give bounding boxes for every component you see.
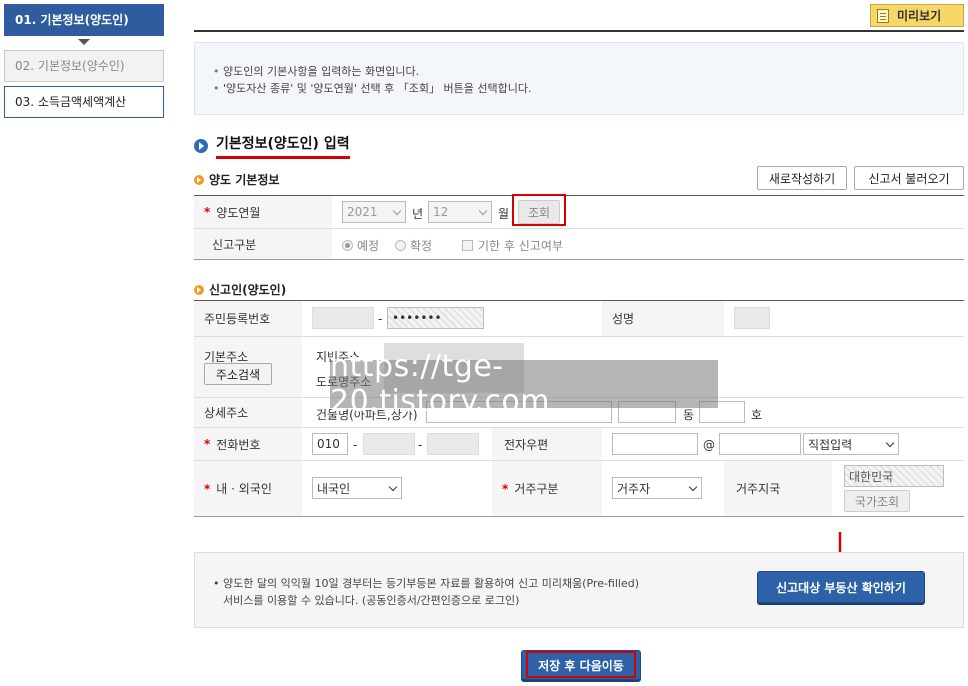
country-input: 대한민국	[844, 465, 944, 487]
rrn-row: 주민등록번호 - ••••••• 성명	[194, 301, 964, 337]
checkbox-icon	[462, 240, 473, 251]
preview-label: 미리보기	[897, 9, 942, 23]
phone-label: * 전화번호	[194, 428, 302, 460]
query-highlight	[512, 194, 566, 226]
chevron-down-icon	[688, 482, 698, 492]
period-label-text: 양도연월	[216, 205, 261, 220]
email-domain-value: 직접입력	[808, 437, 853, 452]
phone-last-input[interactable]	[427, 433, 479, 455]
email-at: @	[703, 438, 715, 452]
radio-scheduled-label: 예정	[357, 239, 380, 253]
reporter-subtitle: 신고인(양도인)	[194, 281, 286, 298]
save-highlight	[526, 651, 636, 678]
detail-address-label: 상세주소	[194, 398, 302, 427]
step-nav: 01. 기본정보(양도인) 02. 기본정보(양수인) 03. 소득금액세액계산	[4, 4, 164, 122]
chevron-down-icon	[392, 206, 402, 216]
year-value: 2021	[347, 205, 378, 219]
country-value: 대한민국	[849, 469, 894, 484]
arrow-circle-icon	[194, 139, 208, 153]
rrn-back-value: •••••••	[392, 311, 442, 325]
info-line: '양도자산 종류' 및 '양도연월' 선택 후 「조회」 버튼을 선택합니다.	[213, 80, 963, 97]
nationality-row: * 내 · 외국인 내국인 * 거주구분 거주자 거주지국 대한민국 국가조회	[194, 461, 964, 517]
country-label: 거주지국	[724, 461, 832, 516]
radio-scheduled[interactable]: 예정	[342, 237, 379, 254]
radio-final-label: 확정	[410, 239, 433, 253]
address-search-button[interactable]: 주소검색	[204, 363, 272, 385]
radio-final[interactable]: 확정	[395, 237, 432, 254]
preview-button[interactable]: 미리보기	[870, 4, 964, 27]
nationality-select[interactable]: 내국인	[312, 477, 402, 499]
notice-line-text: 양도한 달의 익익월 10일 경부터는 등기부등본 자료를 활용하여 신고 미리…	[223, 577, 640, 590]
name-label: 성명	[602, 301, 724, 336]
phone-prefix-value: 010	[317, 437, 340, 451]
bullet-icon	[194, 284, 204, 295]
ho-label: 호	[751, 408, 763, 422]
required-mark: *	[204, 481, 211, 496]
transfer-subtitle-text: 양도 기본정보	[209, 173, 280, 187]
report-type-label: 신고구분	[194, 229, 332, 259]
nationality-value: 내국인	[317, 481, 351, 496]
period-row: * 양도연월 2021 년 12 월 조회	[194, 196, 964, 229]
info-line: 양도인의 기본사항을 입력하는 화면입니다.	[213, 63, 963, 80]
step-1[interactable]: 01. 기본정보(양도인)	[4, 4, 164, 36]
name-value	[734, 307, 770, 329]
phone-mid-input[interactable]	[363, 433, 415, 455]
phone-dash: -	[353, 438, 358, 452]
period-label: * 양도연월	[194, 196, 332, 228]
phone-prefix-input[interactable]: 010	[312, 433, 348, 455]
bullet-icon	[194, 174, 204, 185]
radio-icon	[395, 240, 406, 251]
new-form-button[interactable]: 새로작성하기	[757, 166, 847, 190]
month-unit: 월	[498, 207, 510, 221]
rrn-front-input[interactable]	[312, 307, 374, 329]
required-mark: *	[502, 481, 509, 496]
required-mark: *	[204, 205, 211, 219]
email-domain-input[interactable]	[719, 433, 801, 455]
rrn-label: 주민등록번호	[194, 301, 302, 336]
nationality-label: * 내 · 외국인	[194, 461, 302, 516]
phone-row: * 전화번호 010 - - 전자우편 @ 직접입력	[194, 428, 964, 461]
residence-value: 거주자	[617, 481, 651, 496]
document-icon	[877, 8, 889, 23]
chevron-down-icon	[885, 438, 895, 448]
report-type-row: 신고구분 예정 확정 기한 후 신고여부	[194, 229, 964, 260]
load-return-button[interactable]: 신고서 불러오기	[854, 166, 964, 190]
section-title: 기본정보(양도인) 입력	[194, 133, 350, 159]
year-select[interactable]: 2021	[342, 201, 406, 223]
residence-label: * 거주구분	[492, 461, 602, 516]
phone-dash: -	[418, 438, 423, 452]
top-divider	[194, 30, 964, 32]
watermark-overlay: https://tge-20.tistory.com	[330, 349, 718, 419]
late-filing-label: 기한 후 신고여부	[478, 239, 563, 253]
radio-icon	[342, 240, 353, 251]
month-select[interactable]: 12	[428, 201, 492, 223]
late-filing-checkbox[interactable]: 기한 후 신고여부	[462, 237, 563, 254]
residence-select[interactable]: 거주자	[612, 477, 702, 499]
year-unit: 년	[412, 207, 424, 221]
reporter-subtitle-text: 신고인(양도인)	[209, 283, 287, 297]
confirm-property-button[interactable]: 신고대상 부동산 확인하기	[757, 571, 925, 603]
email-id-input[interactable]	[612, 433, 698, 455]
phone-label-text: 전화번호	[216, 437, 261, 452]
step-3[interactable]: 03. 소득금액세액계산	[4, 86, 164, 118]
email-label: 전자우편	[492, 428, 602, 460]
rrn-back-input[interactable]: •••••••	[387, 307, 484, 329]
rrn-dash: -	[378, 312, 383, 326]
section-title-text: 기본정보(양도인) 입력	[216, 133, 350, 159]
chevron-down-icon	[478, 206, 488, 216]
step-arrow-icon	[78, 39, 90, 45]
residence-label-text: 거주구분	[514, 482, 559, 496]
chevron-down-icon	[388, 482, 398, 492]
required-mark: *	[204, 437, 211, 451]
info-box: 양도인의 기본사항을 입력하는 화면입니다. '양도자산 종류' 및 '양도연월…	[194, 42, 964, 115]
nationality-label-text: 내 · 외국인	[216, 482, 272, 496]
country-search-button[interactable]: 국가조회	[844, 490, 910, 512]
email-domain-select[interactable]: 직접입력	[803, 433, 899, 455]
transfer-subtitle: 양도 기본정보	[194, 171, 279, 188]
step-2[interactable]: 02. 기본정보(양수인)	[4, 50, 164, 82]
month-value: 12	[433, 205, 449, 219]
